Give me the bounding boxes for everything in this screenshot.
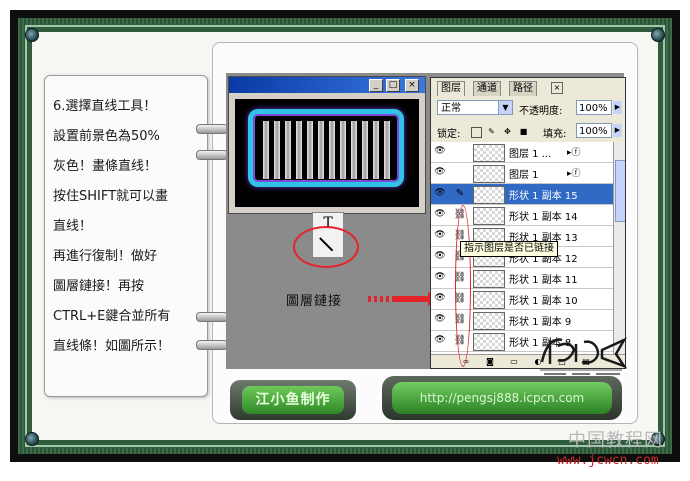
canvas-area[interactable]	[235, 99, 419, 207]
layer-effects-icon[interactable]: ▸ⓕ	[567, 166, 581, 179]
fish-logo-icon	[540, 337, 628, 375]
brush-icon[interactable]: ✎	[453, 186, 467, 202]
notebook-left-page: 6.選擇直线工具！ 設置前景色為50% 灰色！畫條直线！ 按住SHIFT就可以畫…	[44, 75, 208, 397]
opacity-label: 不透明度:	[519, 106, 563, 117]
layer-name: 图层 1 ...	[509, 149, 552, 160]
layer-name: 图层 1	[509, 170, 539, 181]
url-banner[interactable]: http://pengsj888.icpcn.com	[382, 376, 622, 420]
layer-link-caption: 圖層鏈接	[286, 294, 343, 309]
close-icon[interactable]: ×	[551, 82, 563, 94]
vertical-bar	[263, 121, 269, 179]
layer-mask-icon[interactable]: ◙	[485, 357, 495, 366]
eye-icon[interactable]: 👁	[434, 167, 446, 178]
vertical-bar	[307, 121, 313, 179]
vertical-bar	[373, 121, 379, 179]
layer-thumbnail	[473, 165, 505, 183]
canvas-window: _ □ ×	[228, 76, 426, 214]
author-url-link[interactable]: http://pengsj888.icpcn.com	[392, 382, 612, 414]
binder-ring-icon	[196, 312, 228, 322]
layer-name: 形状 1 副本 15	[509, 191, 578, 202]
eye-icon[interactable]: 👁	[434, 209, 446, 220]
lock-label: 锁定:	[437, 129, 461, 140]
layer-thumbnail	[473, 312, 505, 330]
link-slot[interactable]	[453, 165, 467, 181]
bar-grid-shape	[248, 109, 404, 187]
chevron-down-icon: ▼	[498, 101, 512, 114]
lock-transparency-icon[interactable]	[471, 127, 482, 138]
blend-mode-select[interactable]: 正常 ▼	[437, 100, 513, 115]
layer-thumbnail	[473, 144, 505, 162]
vertical-bar	[296, 121, 302, 179]
tab-channels[interactable]: 通道	[473, 81, 501, 96]
watermark-site-name: 中国教程网	[568, 430, 663, 451]
chevron-right-icon[interactable]: ▶	[613, 101, 622, 114]
layer-name: 形状 1 副本 14	[509, 212, 578, 223]
eye-icon[interactable]: 👁	[434, 188, 446, 199]
tab-paths[interactable]: 路径	[509, 81, 537, 96]
fill-label: 填充:	[543, 129, 567, 140]
link-column-highlight	[455, 205, 471, 367]
eye-icon[interactable]: 👁	[434, 335, 446, 346]
layer-effects-icon[interactable]: ▸ⓕ	[567, 145, 581, 158]
rivet-icon	[25, 432, 39, 446]
link-tooltip: 指示图层是否已链接	[460, 241, 558, 257]
eye-icon[interactable]: 👁	[434, 251, 446, 262]
watermark-url: www.jcwcn.com	[557, 453, 659, 468]
vertical-bar	[340, 121, 346, 179]
layer-thumbnail	[473, 291, 505, 309]
scrollbar-thumb[interactable]	[615, 160, 625, 222]
layer-row[interactable]: 👁 ✎ 形状 1 副本 15	[431, 184, 613, 205]
folder-icon[interactable]: ▭	[509, 357, 519, 366]
binder-ring-icon	[196, 150, 228, 160]
minimize-button[interactable]: _	[369, 79, 383, 92]
layer-thumbnail	[473, 186, 505, 204]
vertical-bar	[285, 121, 291, 179]
rivet-icon	[651, 28, 665, 42]
author-label: 江小鱼制作	[242, 386, 344, 414]
layer-thumbnail	[473, 207, 505, 225]
chevron-right-icon[interactable]: ▶	[613, 124, 622, 137]
layer-name: 形状 1 副本 10	[509, 296, 578, 307]
eye-icon[interactable]: 👁	[434, 293, 446, 304]
layer-list-scrollbar[interactable]	[613, 142, 625, 354]
layer-thumbnail	[473, 333, 505, 351]
maximize-button[interactable]: □	[386, 79, 400, 92]
fill-input[interactable]: 100%	[576, 123, 612, 138]
eye-icon[interactable]: 👁	[434, 272, 446, 283]
close-button[interactable]: ×	[405, 79, 419, 92]
lock-icon[interactable]: ■	[519, 127, 528, 136]
eye-icon[interactable]: 👁	[434, 230, 446, 241]
binder-ring-icon	[196, 124, 228, 134]
tab-layers[interactable]: 图层	[437, 81, 465, 96]
layer-name: 形状 1 副本 11	[509, 275, 578, 286]
layer-row[interactable]: 👁 图层 1 ... ▸ⓕ	[431, 142, 613, 163]
author-banner: 江小鱼制作	[230, 380, 356, 420]
vertical-bar	[318, 121, 324, 179]
vertical-bar	[384, 121, 390, 179]
vertical-bar	[362, 121, 368, 179]
instruction-text: 6.選擇直线工具！ 設置前景色為50% 灰色！畫條直线！ 按住SHIFT就可以畫…	[53, 99, 171, 354]
brush-icon[interactable]: ✎	[487, 127, 496, 136]
tool-highlight-circle	[293, 226, 359, 268]
link-slot[interactable]	[453, 144, 467, 160]
canvas-window-titlebar[interactable]: _ □ ×	[229, 77, 425, 93]
vertical-bar	[351, 121, 357, 179]
layer-thumbnail	[473, 270, 505, 288]
eye-icon[interactable]: 👁	[434, 314, 446, 325]
opacity-input[interactable]: 100%	[576, 100, 612, 115]
vertical-bar	[274, 121, 280, 179]
layer-row[interactable]: 👁 图层 1 ▸ⓕ	[431, 163, 613, 184]
move-icon[interactable]: ✥	[503, 127, 512, 136]
blend-mode-value: 正常	[441, 103, 461, 114]
vertical-bar	[329, 121, 335, 179]
rivet-icon	[25, 28, 39, 42]
layer-name: 形状 1 副本 9	[509, 317, 572, 328]
arrow-dash	[368, 296, 392, 302]
eye-icon[interactable]: 👁	[434, 146, 446, 157]
binder-ring-icon	[196, 340, 228, 350]
